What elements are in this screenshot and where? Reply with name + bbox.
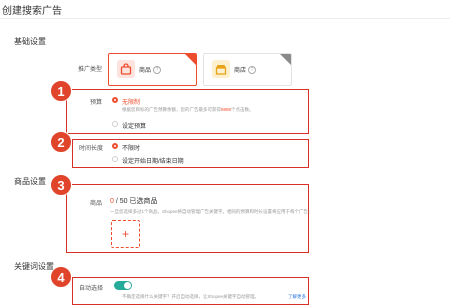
- selected-corner-mark: [185, 54, 196, 65]
- corner-mark: [280, 54, 291, 65]
- annotation-box-3: [66, 184, 309, 253]
- annotation-box-2: [72, 139, 309, 168]
- shop-icon: [212, 60, 230, 78]
- products-count-total: 50 已选商品: [119, 198, 158, 205]
- ad-type-shop-label: 商店: [234, 68, 247, 74]
- products-label: 商品: [90, 201, 103, 207]
- products-description: 一旦您选择多过1个商品，Shopee将自动管理广告关键字。相同的预算和时长设置将…: [110, 209, 313, 214]
- duration-label: 时间长度: [79, 146, 104, 152]
- ad-type-shop-card[interactable]: 商店?: [203, 53, 292, 86]
- budget-set-label[interactable]: 设定预算: [122, 121, 146, 130]
- ad-type-product-label: 商品: [139, 68, 152, 74]
- annotation-badge-4: 4: [50, 266, 72, 288]
- duration-set-label[interactable]: 设定开始日期/结束日期: [122, 156, 184, 165]
- section-keyword-settings: 关键词设置: [14, 262, 54, 271]
- auto-select-toggle[interactable]: [114, 281, 132, 290]
- ad-type-label: 推广类型: [78, 67, 103, 73]
- section-basic-settings: 基础设置: [14, 37, 46, 46]
- auto-select-description: 不确定选择什么关键字？开启自动选择，让Shopee关键字自动管理。: [122, 294, 260, 299]
- annotation-badge-3: 3: [50, 174, 72, 196]
- help-icon[interactable]: ?: [248, 66, 257, 75]
- shopping-bag-icon: [117, 60, 135, 78]
- title-divider: [0, 18, 450, 19]
- page-title: 创建搜索广告: [2, 6, 62, 17]
- duration-set-radio[interactable]: [112, 156, 118, 162]
- duration-unlimited-radio[interactable]: [112, 143, 118, 149]
- help-icon[interactable]: ?: [153, 66, 162, 75]
- section-product-settings: 商品设置: [14, 177, 46, 186]
- budget-clicks-highlight: 8898: [221, 107, 232, 112]
- budget-label: 预算: [90, 100, 103, 106]
- ad-type-product-card[interactable]: 商品?: [108, 53, 197, 86]
- annotation-badge-1: 1: [50, 80, 72, 102]
- annotation-badge-2: 2: [50, 131, 72, 153]
- budget-set-radio[interactable]: [112, 121, 118, 127]
- auto-select-label: 自动选择: [79, 286, 104, 292]
- duration-unlimited-label[interactable]: 不限时: [122, 143, 140, 152]
- budget-description: 根据您目标的广告预算余额，您的广告最多可获得8898个点击数。: [122, 107, 254, 112]
- budget-unlimited-label[interactable]: 无限制: [122, 97, 140, 106]
- learn-more-link[interactable]: 了解更多: [288, 294, 306, 300]
- annotation-box-4: [72, 277, 309, 305]
- budget-unlimited-radio[interactable]: [112, 97, 118, 103]
- add-product-button[interactable]: +: [111, 220, 140, 248]
- products-count: 0 / 50 已选商品: [110, 198, 158, 205]
